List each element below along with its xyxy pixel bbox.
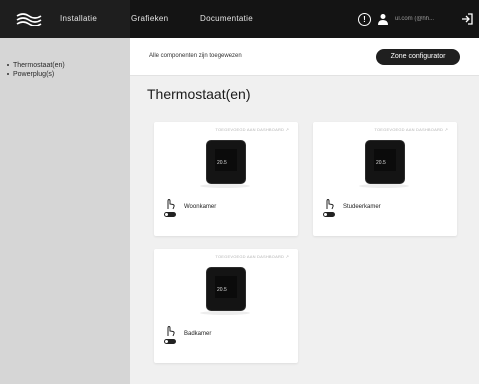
info-icon[interactable]: ! <box>358 12 371 26</box>
thermostat-image: 20.5 <box>206 267 246 311</box>
user-icon[interactable] <box>377 13 389 25</box>
sidebar-item-label: Thermostaat(en) <box>13 62 65 69</box>
bullet-icon <box>7 64 9 67</box>
room-name: Studeerkamer <box>343 204 381 210</box>
bullet-icon <box>7 73 9 76</box>
added-to-dashboard-link[interactable]: TOEGEVOEGD AAN DASHBOARD ↗ <box>215 254 289 259</box>
thermostat-temp: 20.5 <box>217 287 227 293</box>
toggle-switch[interactable] <box>164 212 176 217</box>
room-name: Woonkamer <box>184 204 217 210</box>
thermostat-card: TOEGEVOEGD AAN DASHBOARD ↗ 20.5 Woonkame… <box>154 122 298 236</box>
toggle-switch[interactable] <box>323 212 335 217</box>
device-shadow <box>200 184 250 188</box>
added-to-dashboard-link[interactable]: TOEGEVOEGD AAN DASHBOARD ↗ <box>215 127 289 132</box>
hand-pointer-icon[interactable] <box>323 198 335 210</box>
sidebar: Thermostaat(en) Powerplug(s) <box>0 38 130 384</box>
page-title: Thermostaat(en) <box>147 86 251 102</box>
thermostat-temp: 20.5 <box>217 160 227 166</box>
user-name[interactable]: ul.com (@hh... <box>395 16 455 22</box>
thermostat-card: TOEGEVOEGD AAN DASHBOARD ↗ 20.5 Studeerk… <box>313 122 457 236</box>
device-shadow <box>359 184 409 188</box>
hand-pointer-icon[interactable] <box>164 325 176 337</box>
top-navigation-bar: Installatie Grafieken Documentatie ! ul.… <box>0 0 479 38</box>
nav-grafieken[interactable]: Grafieken <box>131 14 168 23</box>
zone-configurator-button[interactable]: Zone configurator <box>376 49 460 65</box>
room-name: Badkamer <box>184 331 212 337</box>
added-to-dashboard-link[interactable]: TOEGEVOEGD AAN DASHBOARD ↗ <box>374 127 448 132</box>
status-banner: Alle componenten zijn toegewezen Zone co… <box>130 38 479 76</box>
nav-documentatie[interactable]: Documentatie <box>200 14 253 23</box>
logout-icon[interactable] <box>461 13 473 25</box>
hand-pointer-icon[interactable] <box>164 198 176 210</box>
nav-installatie[interactable]: Installatie <box>60 14 97 23</box>
thermostat-image: 20.5 <box>365 140 405 184</box>
main-content: Alle componenten zijn toegewezen Zone co… <box>130 38 479 384</box>
banner-text: Alle componenten zijn toegewezen <box>149 53 242 59</box>
sidebar-item-label: Powerplug(s) <box>13 71 55 78</box>
waves-logo-icon[interactable] <box>16 12 42 26</box>
sidebar-item-thermostaten[interactable]: Thermostaat(en) <box>7 62 65 69</box>
thermostat-temp: 20.5 <box>376 160 386 166</box>
thermostat-card: TOEGEVOEGD AAN DASHBOARD ↗ 20.5 Badkamer <box>154 249 298 363</box>
thermostat-image: 20.5 <box>206 140 246 184</box>
sidebar-item-powerplugs[interactable]: Powerplug(s) <box>7 71 54 78</box>
device-shadow <box>200 311 250 315</box>
topbar-actions: ! ul.com (@hh... <box>358 11 473 27</box>
toggle-switch[interactable] <box>164 339 176 344</box>
